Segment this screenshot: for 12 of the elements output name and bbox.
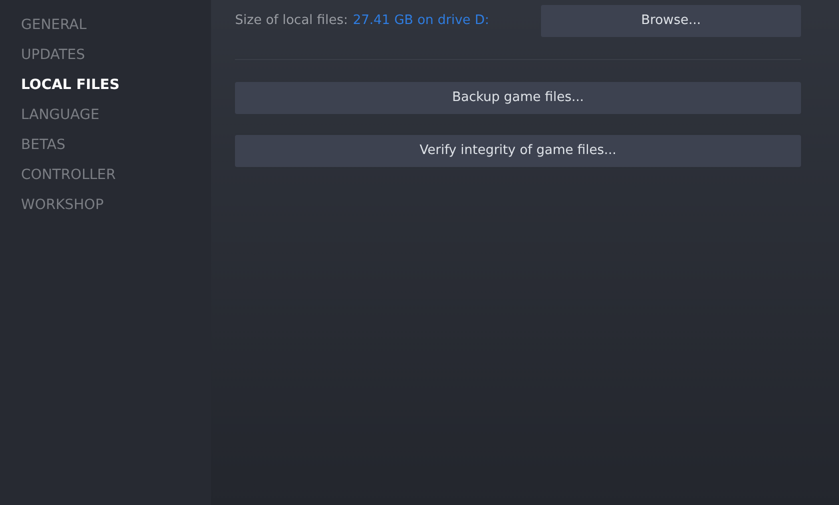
sidebar-item[interactable]: GENERAL xyxy=(21,16,87,35)
size-value: 27.41 GB on drive D: xyxy=(352,12,490,30)
action-button[interactable]: Backup game files... xyxy=(235,82,801,114)
size-label: Size of local files: xyxy=(235,12,348,30)
sidebar-item[interactable]: LANGUAGE xyxy=(21,106,100,125)
browse-button[interactable]: Browse... xyxy=(541,5,801,37)
sidebar-item[interactable]: UPDATES xyxy=(21,46,85,65)
sidebar-item[interactable]: BETAS xyxy=(21,136,66,155)
action-button[interactable]: Verify integrity of game files... xyxy=(235,135,801,167)
sidebar-item[interactable]: WORKSHOP xyxy=(21,196,104,215)
sidebar-item[interactable]: LOCAL FILES xyxy=(21,76,120,95)
sidebar-item[interactable]: CONTROLLER xyxy=(21,166,116,185)
